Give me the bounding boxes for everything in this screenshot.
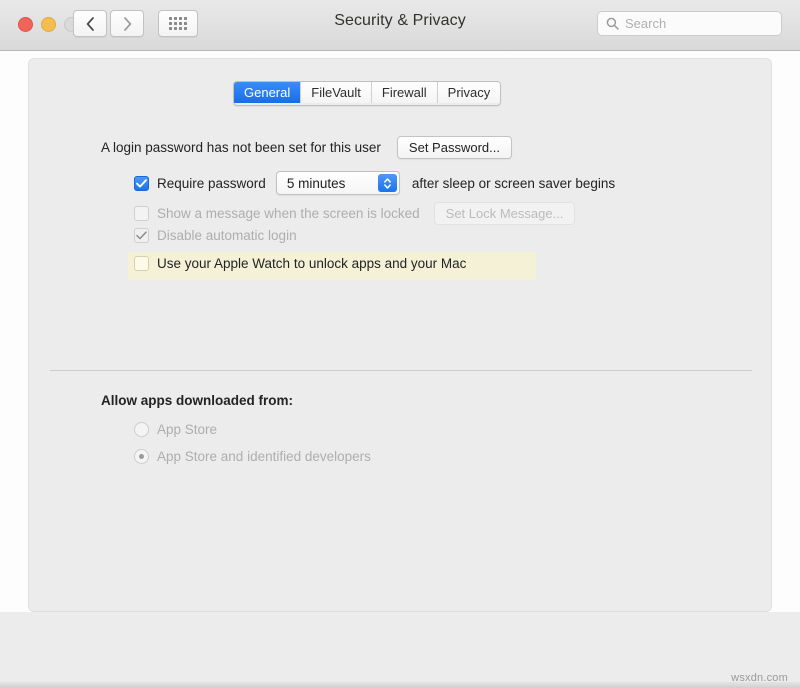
- disable-auto-login-checkbox: [134, 228, 149, 243]
- apple-watch-label: Use your Apple Watch to unlock apps and …: [157, 256, 466, 271]
- tab-firewall[interactable]: Firewall: [372, 82, 438, 103]
- tab-general[interactable]: General: [234, 82, 301, 103]
- radio-app-store: [134, 422, 149, 437]
- radio-identified-developers-label: App Store and identified developers: [157, 449, 371, 464]
- disable-auto-login-row: Disable automatic login: [134, 228, 297, 243]
- allow-apps-title: Allow apps downloaded from:: [101, 393, 293, 408]
- window-titlebar: Security & Privacy Search: [0, 0, 800, 51]
- search-icon: [606, 17, 619, 30]
- show-lock-message-checkbox: [134, 206, 149, 221]
- apple-watch-row[interactable]: Use your Apple Watch to unlock apps and …: [134, 256, 466, 271]
- require-password-row: Require password 5 minutes after sleep o…: [134, 171, 615, 195]
- set-password-button[interactable]: Set Password...: [397, 136, 512, 159]
- show-lock-message-label: Show a message when the screen is locked: [157, 206, 420, 221]
- show-lock-message-row: Show a message when the screen is locked…: [134, 202, 575, 225]
- tab-privacy[interactable]: Privacy: [438, 82, 501, 103]
- checkmark-icon: [136, 179, 147, 188]
- disable-auto-login-label: Disable automatic login: [157, 228, 297, 243]
- allow-apps-option-app-store: App Store: [134, 422, 217, 437]
- require-password-label: Require password: [157, 176, 266, 191]
- stepper-chevrons[interactable]: [378, 174, 397, 192]
- login-password-status-label: A login password has not been set for th…: [101, 140, 381, 155]
- radio-app-store-label: App Store: [157, 422, 217, 437]
- allow-apps-title-row: Allow apps downloaded from:: [101, 393, 293, 408]
- apple-watch-checkbox[interactable]: [134, 256, 149, 271]
- security-privacy-window: Security & Privacy Search General FileVa…: [0, 0, 800, 688]
- radio-app-store-identified-developers: [134, 449, 149, 464]
- search-placeholder: Search: [625, 16, 666, 31]
- set-lock-message-button: Set Lock Message...: [434, 202, 576, 225]
- login-password-row: A login password has not been set for th…: [101, 136, 512, 159]
- chevron-up-down-icon: [383, 177, 392, 190]
- require-password-checkbox[interactable]: [134, 176, 149, 191]
- require-password-interval-dropdown[interactable]: 5 minutes: [276, 171, 400, 195]
- window-bottom-edge: [0, 682, 800, 688]
- search-field[interactable]: Search: [597, 11, 782, 36]
- tab-filevault[interactable]: FileVault: [301, 82, 372, 103]
- window-footer: Click the lock to make changes. Advanced…: [0, 612, 800, 688]
- tab-bar: General FileVault Firewall Privacy: [233, 81, 501, 106]
- radio-selected-dot: [139, 454, 144, 459]
- checkmark-icon: [136, 231, 147, 240]
- require-password-interval-value: 5 minutes: [287, 176, 346, 191]
- allow-apps-option-identified-developers: App Store and identified developers: [134, 449, 371, 464]
- require-password-suffix-label: after sleep or screen saver begins: [412, 176, 615, 191]
- section-divider: [50, 370, 752, 371]
